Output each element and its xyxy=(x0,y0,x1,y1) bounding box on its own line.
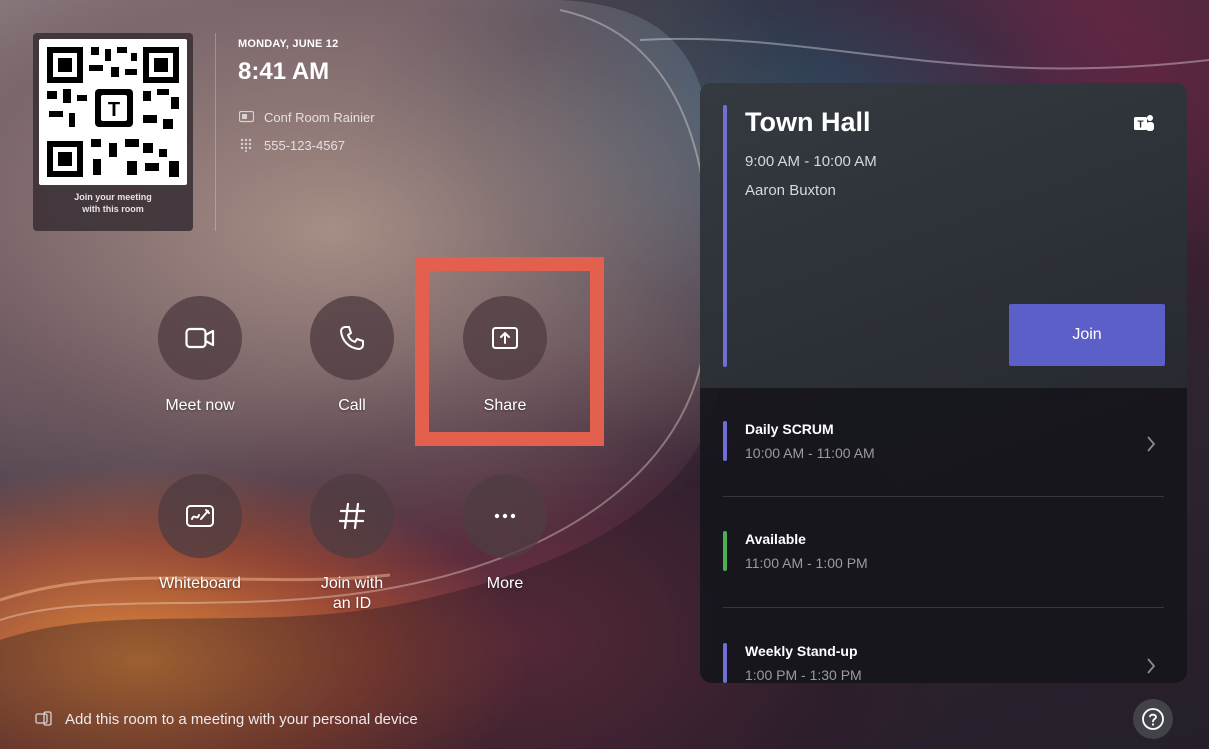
dialpad-icon xyxy=(238,137,254,153)
meet-now-button[interactable]: Meet now xyxy=(135,296,265,416)
proximity-join-text: Add this room to a meeting with your per… xyxy=(65,710,418,728)
join-with-id-label-line2: an ID xyxy=(332,595,372,612)
meeting-accent-bar xyxy=(723,421,727,461)
help-icon xyxy=(1142,708,1164,730)
teams-icon: T xyxy=(1133,113,1155,133)
meeting-time: 1:00 PM - 1:30 PM xyxy=(745,667,862,683)
meetings-panel: Town Hall 9:00 AM - 10:00 AM Aaron Buxto… xyxy=(700,83,1187,683)
featured-meeting-title: Town Hall xyxy=(745,107,871,137)
ellipsis-icon xyxy=(463,474,547,558)
meeting-accent-bar xyxy=(723,531,727,571)
join-with-id-button[interactable]: Join with an ID xyxy=(287,474,417,614)
featured-meeting-time: 9:00 AM - 10:00 AM xyxy=(745,153,877,170)
device-cast-icon xyxy=(35,710,53,728)
more-label: More xyxy=(486,575,524,592)
meeting-divider xyxy=(723,607,1164,608)
meeting-time: 10:00 AM - 11:00 AM xyxy=(745,445,875,461)
header-divider xyxy=(215,33,216,231)
meet-now-label: Meet now xyxy=(165,397,235,414)
svg-text:T: T xyxy=(1137,120,1143,131)
whiteboard-button[interactable]: Whiteboard xyxy=(135,474,265,594)
help-button[interactable] xyxy=(1133,699,1173,739)
whiteboard-label: Whiteboard xyxy=(159,575,241,592)
meeting-time: 11:00 AM - 1:00 PM xyxy=(745,555,868,571)
room-name: Conf Room Rainier xyxy=(264,109,375,125)
featured-meeting-card[interactable]: Town Hall 9:00 AM - 10:00 AM Aaron Buxto… xyxy=(700,83,1187,388)
join-button[interactable]: Join xyxy=(1009,304,1165,366)
meeting-item-daily-scrum[interactable]: Daily SCRUM 10:00 AM - 11:00 AM xyxy=(700,393,1187,503)
whiteboard-icon xyxy=(158,474,242,558)
call-button[interactable]: Call xyxy=(287,296,417,416)
room-display-icon xyxy=(238,109,254,125)
hash-icon xyxy=(310,474,394,558)
more-button[interactable]: More xyxy=(440,474,570,594)
phone-row: 555-123-4567 xyxy=(238,136,345,154)
meeting-title: Weekly Stand-up xyxy=(745,643,858,659)
meeting-title: Daily SCRUM xyxy=(745,421,834,437)
join-with-id-label-line1: Join with xyxy=(320,575,384,592)
call-label: Call xyxy=(338,397,366,414)
qr-caption-line2: with this room xyxy=(82,204,144,214)
date-label: MONDAY, JUNE 12 xyxy=(238,38,339,50)
clock-time: 8:41 AM xyxy=(238,58,330,85)
meeting-item-weekly-standup[interactable]: Weekly Stand-up 1:00 PM - 1:30 PM xyxy=(700,615,1187,683)
meeting-accent-bar xyxy=(723,643,727,683)
teams-room-home-screen: T Join your meeting with this room MONDA… xyxy=(0,0,1209,749)
chevron-right-icon xyxy=(1146,435,1156,458)
meeting-item-available[interactable]: Available 11:00 AM - 1:00 PM xyxy=(700,503,1187,613)
qr-code-icon: T xyxy=(39,39,187,185)
qr-caption-line1: Join your meeting xyxy=(74,192,152,202)
meeting-divider xyxy=(723,496,1164,497)
room-phone-number: 555-123-4567 xyxy=(264,137,345,153)
video-camera-icon xyxy=(158,296,242,380)
proximity-join-hint[interactable]: Add this room to a meeting with your per… xyxy=(35,710,418,728)
room-name-row: Conf Room Rainier xyxy=(238,108,375,126)
svg-text:T: T xyxy=(108,99,120,121)
featured-meeting-accent-bar xyxy=(723,105,727,367)
chevron-right-icon xyxy=(1146,657,1156,680)
share-highlight-box xyxy=(415,257,604,446)
meeting-title: Available xyxy=(745,531,806,547)
qr-code-card: T Join your meeting with this room xyxy=(33,33,193,231)
phone-icon xyxy=(310,296,394,380)
featured-meeting-organizer: Aaron Buxton xyxy=(745,182,836,199)
